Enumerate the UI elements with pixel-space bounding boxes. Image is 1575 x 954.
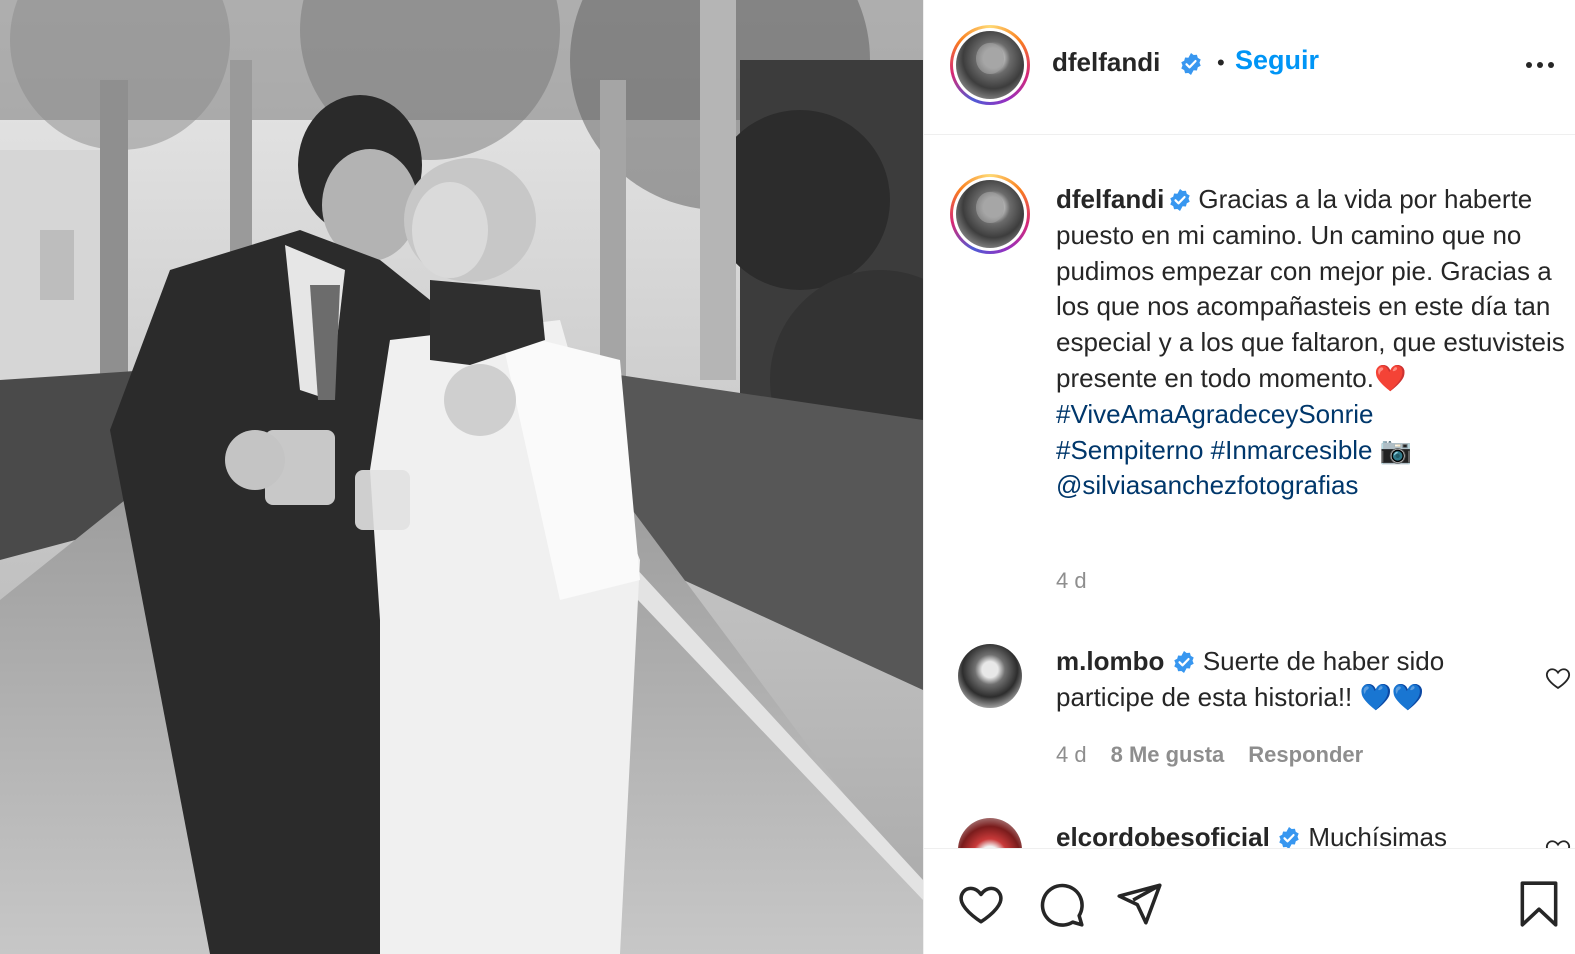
caption-timestamp[interactable]: 4 d — [1056, 568, 1087, 594]
comment-text: elcordobesoficial Muchísimas — [1056, 820, 1526, 848]
heart-icon[interactable] — [956, 879, 1006, 929]
camera-emoji: 📷 — [1379, 434, 1413, 465]
post-photo[interactable] — [0, 0, 923, 954]
hashtag-link[interactable]: #Inmarcesible — [1211, 435, 1373, 465]
wedding-photo-illustration — [0, 0, 923, 954]
bookmark-icon[interactable] — [1514, 879, 1564, 929]
commenter-username[interactable]: elcordobesoficial — [1056, 822, 1270, 848]
hashtag-link[interactable]: #ViveAmaAgradeceySonrie — [1056, 399, 1373, 429]
mention-link[interactable]: @silviasanchezfotografias — [1056, 470, 1358, 500]
more-options-icon[interactable] — [1520, 50, 1560, 80]
author-username[interactable]: dfelfandi — [1052, 47, 1160, 78]
caption-text: dfelfandi Gracias a la vida por haberte p… — [1056, 182, 1566, 504]
commenter-username[interactable]: m.lombo — [1056, 646, 1164, 676]
paper-plane-icon[interactable] — [1114, 879, 1164, 929]
heart-icon[interactable] — [1544, 836, 1572, 848]
hashtag-link[interactable]: #Sempiterno — [1056, 435, 1203, 465]
verified-badge-icon — [1170, 189, 1191, 211]
comments-list[interactable]: dfelfandi Gracias a la vida por haberte p… — [924, 136, 1575, 848]
comment-body: Muchísimas — [1308, 822, 1448, 848]
commenter-avatar[interactable] — [958, 644, 1022, 708]
caption-username[interactable]: dfelfandi — [1056, 184, 1164, 214]
reply-button[interactable]: Responder — [1248, 742, 1363, 768]
follow-button[interactable]: Seguir — [1235, 45, 1319, 76]
heart-emoji: ❤️ — [1373, 362, 1407, 393]
verified-badge-icon — [1181, 53, 1201, 75]
comment-likes[interactable]: 8 Me gusta — [1111, 742, 1225, 768]
post-header: dfelfandi • Seguir — [924, 0, 1575, 135]
comment-meta: 4 d 8 Me gusta Responder — [1056, 742, 1363, 768]
commenter-avatar[interactable] — [958, 818, 1022, 848]
caption-avatar[interactable] — [950, 174, 1030, 254]
separator-dot: • — [1217, 50, 1225, 75]
author-avatar[interactable] — [950, 25, 1030, 105]
verified-badge-icon — [1279, 827, 1299, 848]
heart-icon[interactable] — [1544, 664, 1572, 692]
blue-hearts-emoji: 💙💙 — [1359, 681, 1425, 712]
post-side-panel: dfelfandi • Seguir dfelfandi Gracias a la… — [923, 0, 1575, 954]
comment-text: m.lombo Suerte de haber sido participe d… — [1056, 644, 1526, 716]
comment-timestamp[interactable]: 4 d — [1056, 742, 1087, 768]
comment-bubble-icon[interactable] — [1036, 879, 1086, 929]
caption-body: Gracias a la vida por haberte puesto en … — [1056, 184, 1565, 393]
verified-badge-icon — [1173, 651, 1194, 673]
post-action-bar — [924, 848, 1575, 954]
